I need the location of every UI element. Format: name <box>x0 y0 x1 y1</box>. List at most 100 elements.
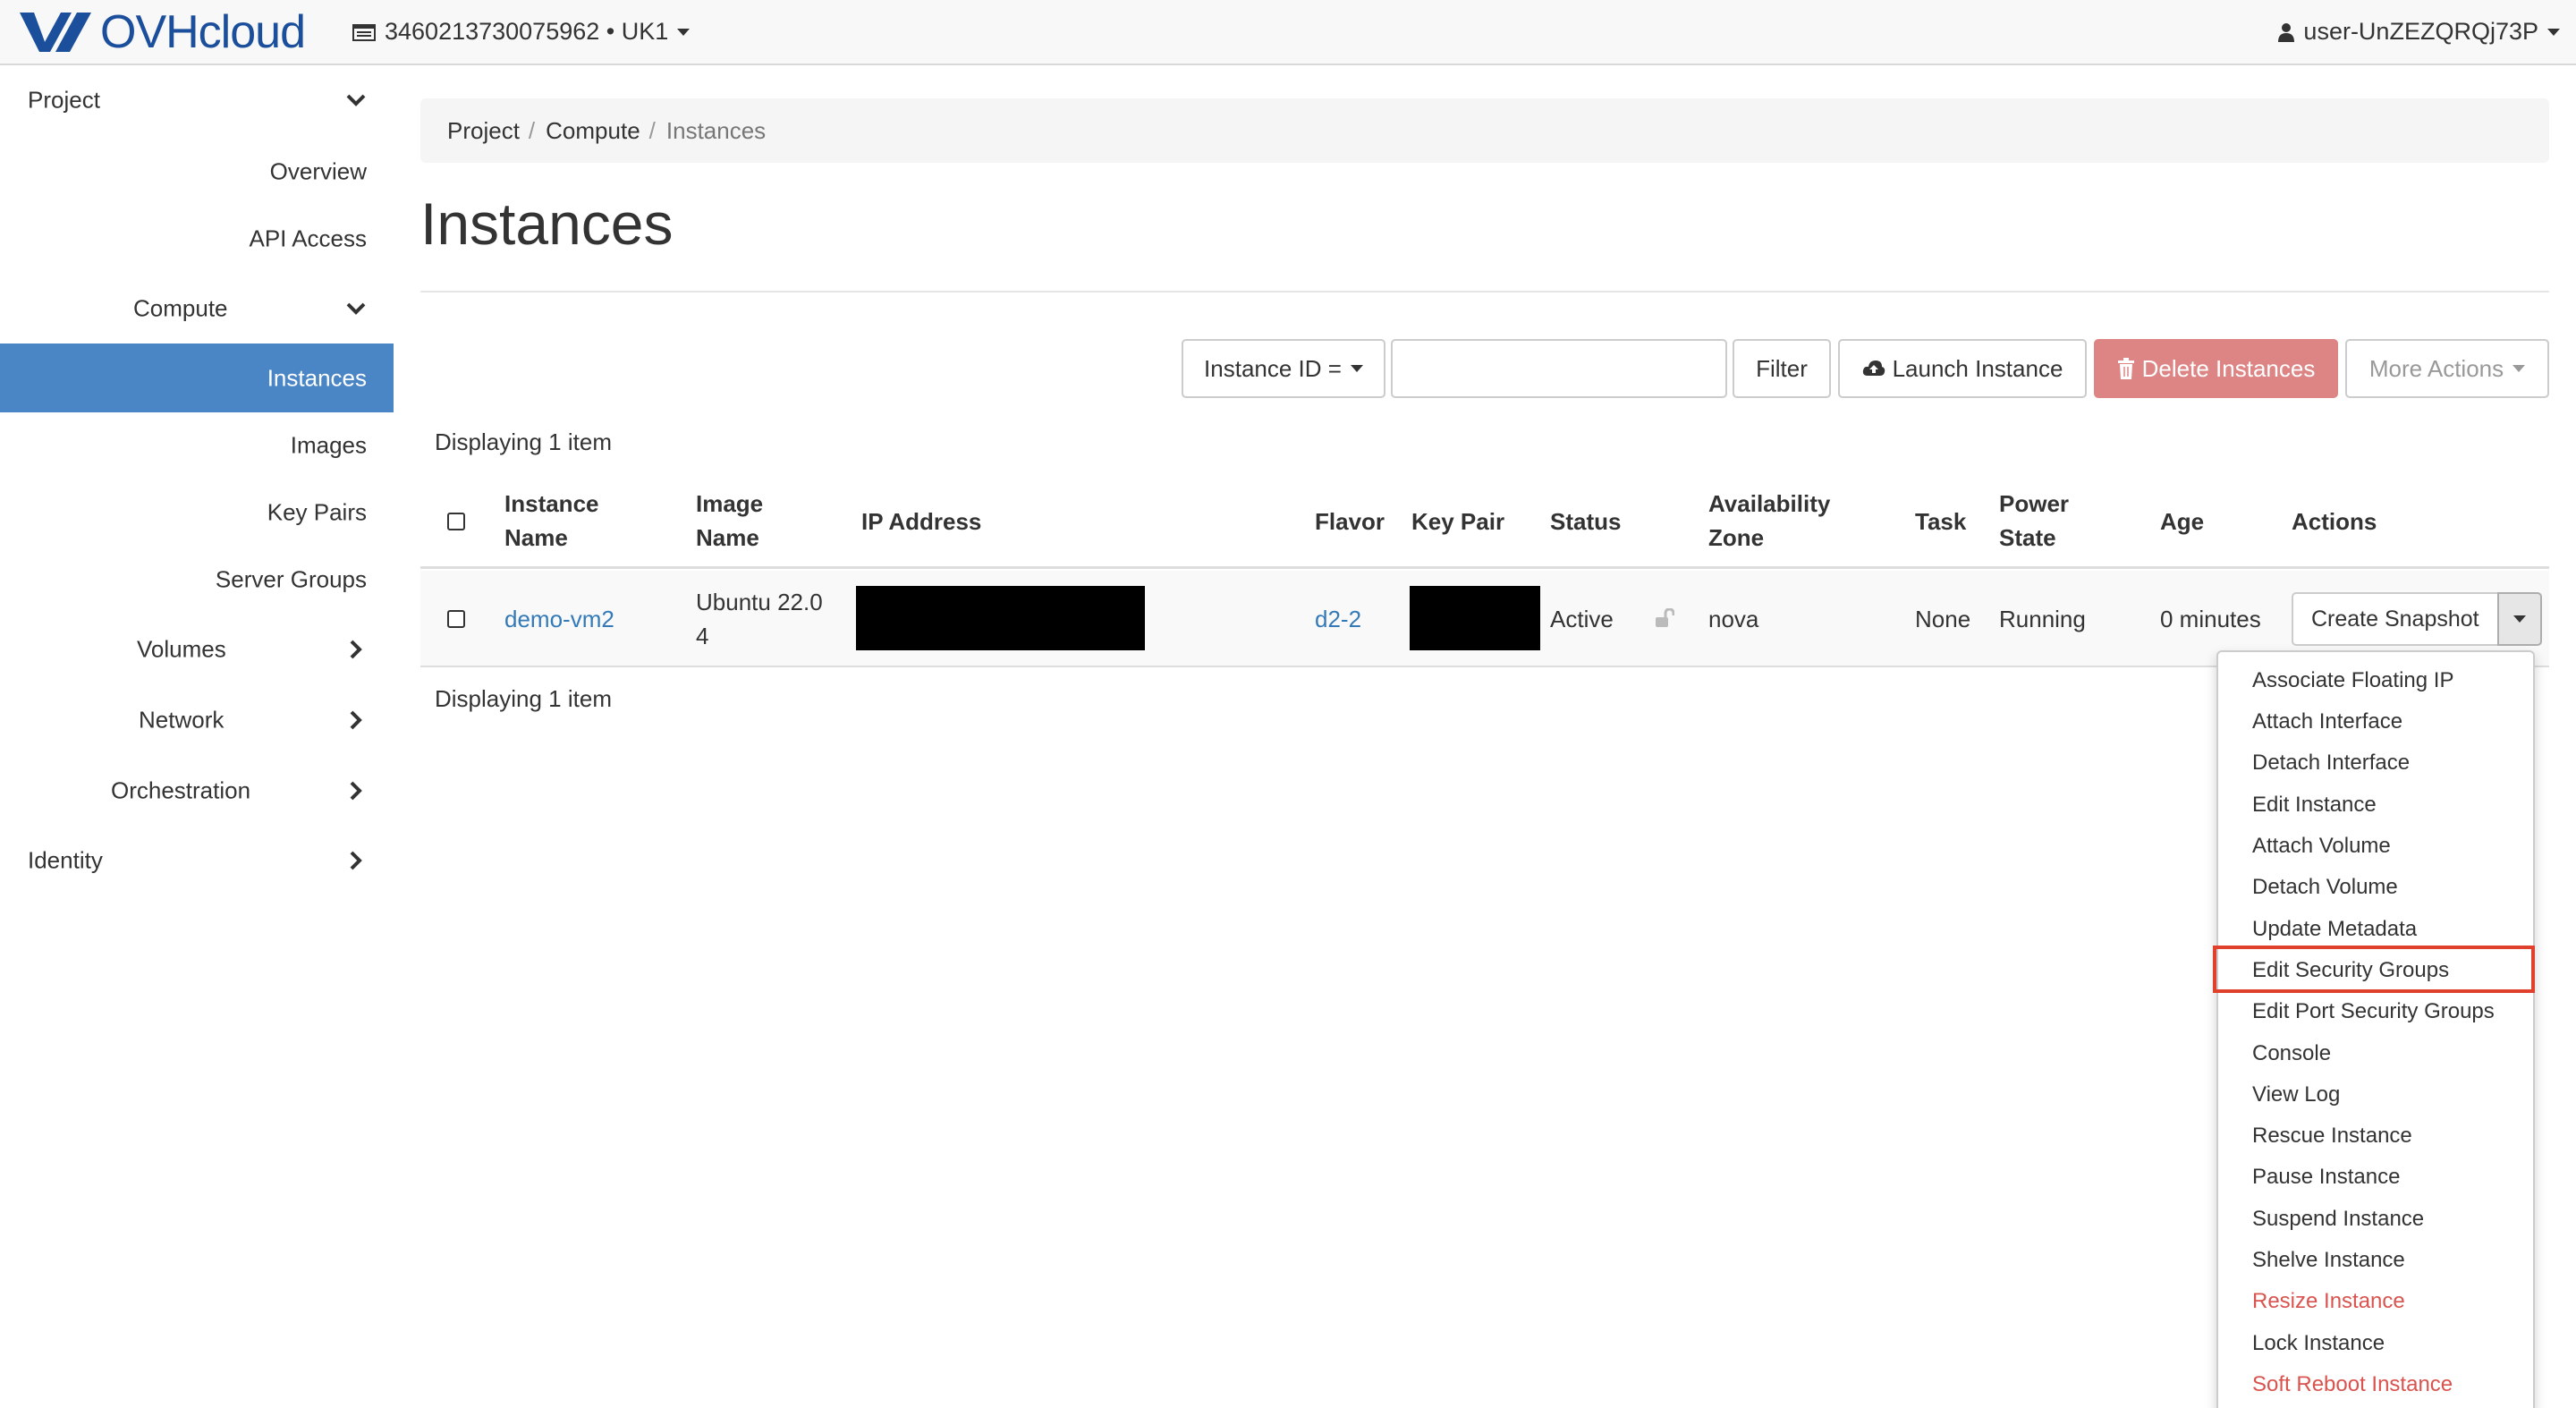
chevron-right-icon <box>350 640 362 659</box>
menu-item-update-metadata[interactable]: Update Metadata <box>2252 917 2417 942</box>
menu-item-view-log[interactable]: View Log <box>2252 1082 2340 1107</box>
sidebar-item-label: Identity <box>28 846 103 874</box>
sidebar-item-volumes[interactable]: Volumes <box>0 616 394 683</box>
sidebar-item-label: Images <box>290 431 367 459</box>
menu-item-rescue-instance[interactable]: Rescue Instance <box>2252 1124 2412 1149</box>
chevron-right-icon <box>350 851 362 870</box>
filter-button[interactable]: Filter <box>1733 339 1831 398</box>
caret-down-icon <box>1350 365 1363 372</box>
chevron-right-icon <box>350 710 362 730</box>
table-header: Instance Name Image Name IP Address Flav… <box>420 474 2549 569</box>
menu-item-detach-interface[interactable]: Detach Interface <box>2252 751 2410 776</box>
flavor-link[interactable]: d2-2 <box>1315 602 1361 636</box>
header-instance-name[interactable]: Instance Name <box>504 487 599 555</box>
cell-text: 4 <box>696 623 709 649</box>
ovhcloud-logo-icon <box>20 13 91 52</box>
menu-item-edit-instance[interactable]: Edit Instance <box>2252 793 2377 818</box>
ovhcloud-logo[interactable]: OVHcloud <box>16 6 306 58</box>
caret-down-icon <box>2512 365 2526 372</box>
filter-input[interactable] <box>1391 339 1727 398</box>
header-task[interactable]: Task <box>1915 505 1966 539</box>
breadcrumb-project[interactable]: Project <box>447 117 520 145</box>
header-key-pair[interactable]: Key Pair <box>1411 505 1504 539</box>
launch-instance-button[interactable]: Launch Instance <box>1838 339 2087 398</box>
header-ip-address[interactable]: IP Address <box>861 505 981 539</box>
header-text: Availability <box>1708 490 1831 517</box>
sidebar-item-project[interactable]: Project <box>0 67 394 133</box>
sidebar-item-instances[interactable]: Instances <box>0 344 394 412</box>
title-divider <box>420 291 2549 293</box>
task-cell: None <box>1915 606 1971 632</box>
more-actions-label: More Actions <box>2368 354 2504 382</box>
menu-item-shelve-instance[interactable]: Shelve Instance <box>2252 1248 2405 1273</box>
sidebar-item-label: Project <box>28 86 100 114</box>
menu-item-attach-volume[interactable]: Attach Volume <box>2252 834 2391 859</box>
more-actions-button[interactable]: More Actions <box>2345 339 2549 398</box>
trash-icon <box>2117 358 2134 379</box>
filter-field-select[interactable]: Instance ID = <box>1182 339 1385 398</box>
caret-down-icon <box>2512 615 2526 623</box>
header-text: Instance <box>504 490 599 517</box>
filter-button-label: Filter <box>1756 354 1808 382</box>
header-flavor[interactable]: Flavor <box>1315 505 1385 539</box>
header-availability-zone[interactable]: Availability Zone <box>1708 487 1830 555</box>
menu-item-pause-instance[interactable]: Pause Instance <box>2252 1165 2400 1190</box>
header-age[interactable]: Age <box>2160 505 2204 539</box>
menu-item-resize-instance[interactable]: Resize Instance <box>2252 1289 2405 1314</box>
cell-text: Ubuntu 22.0 <box>696 589 823 615</box>
sidebar-item-overview[interactable]: Overview <box>0 139 394 205</box>
header-power-state[interactable]: Power State <box>1999 487 2069 555</box>
menu-item-edit-port-security-groups[interactable]: Edit Port Security Groups <box>2252 999 2495 1024</box>
brand-name: OVHcloud <box>100 6 306 58</box>
header-status[interactable]: Status <box>1550 505 1621 539</box>
menu-item-lock-instance[interactable]: Lock Instance <box>2252 1331 2385 1356</box>
breadcrumb: Project / Compute / Instances <box>420 98 2549 163</box>
caret-down-icon <box>2547 28 2560 36</box>
breadcrumb-separator: / <box>648 116 656 144</box>
redacted-key-pair <box>1410 586 1540 650</box>
sidebar-item-identity[interactable]: Identity <box>0 827 394 894</box>
create-snapshot-label: Create Snapshot <box>2311 606 2479 632</box>
select-all-checkbox[interactable] <box>447 513 465 530</box>
sidebar-item-server-groups[interactable]: Server Groups <box>0 547 394 613</box>
filter-field-label: Instance ID = <box>1204 354 1342 382</box>
sidebar-item-label: Instances <box>267 364 367 391</box>
row-actions-split-button: Create Snapshot <box>2292 592 2542 646</box>
breadcrumb-instances: Instances <box>665 116 767 144</box>
sidebar-item-api-access[interactable]: API Access <box>0 206 394 272</box>
header-image-name[interactable]: Image Name <box>696 487 763 555</box>
menu-item-suspend-instance[interactable]: Suspend Instance <box>2252 1207 2424 1232</box>
menu-item-attach-interface[interactable]: Attach Interface <box>2252 709 2402 734</box>
chevron-down-icon <box>346 302 366 315</box>
delete-instances-label: Delete Instances <box>2141 354 2316 382</box>
sidebar: Project Overview API Access Compute Inst… <box>0 67 394 1408</box>
breadcrumb-separator: / <box>528 116 536 144</box>
row-actions-toggle[interactable] <box>2496 592 2542 646</box>
sidebar-item-images[interactable]: Images <box>0 412 394 479</box>
menu-item-console[interactable]: Console <box>2252 1041 2331 1066</box>
sidebar-item-orchestration[interactable]: Orchestration <box>0 758 394 824</box>
project-selector[interactable]: 3460213730075962 • UK1 <box>352 18 691 46</box>
menu-item-soft-reboot-instance[interactable]: Soft Reboot Instance <box>2252 1372 2453 1397</box>
top-bar: OVHcloud 3460213730075962 • UK1 user-UnZ… <box>0 0 2576 65</box>
create-snapshot-button[interactable]: Create Snapshot <box>2292 592 2497 646</box>
instance-name-link[interactable]: demo-vm2 <box>504 602 614 636</box>
sidebar-item-compute[interactable]: Compute <box>0 276 394 342</box>
delete-instances-button[interactable]: Delete Instances <box>2094 339 2338 398</box>
chevron-down-icon <box>346 94 366 106</box>
user-menu[interactable]: user-UnZEZQRQj73P <box>2278 18 2560 46</box>
sidebar-item-key-pairs[interactable]: Key Pairs <box>0 479 394 546</box>
header-text: Name <box>696 524 759 551</box>
menu-item-detach-volume[interactable]: Detach Volume <box>2252 875 2398 900</box>
row-select-checkbox[interactable] <box>447 610 465 628</box>
header-text: Image <box>696 490 764 517</box>
sidebar-item-label: API Access <box>249 225 368 252</box>
menu-item-associate-floating-ip[interactable]: Associate Floating IP <box>2252 668 2453 693</box>
breadcrumb-compute[interactable]: Compute <box>546 117 640 145</box>
sidebar-item-label: Compute <box>133 294 228 322</box>
user-name: user-UnZEZQRQj73P <box>2303 18 2538 45</box>
header-text: Name <box>504 524 568 551</box>
sidebar-item-label: Network <box>139 706 225 734</box>
sidebar-item-network[interactable]: Network <box>0 687 394 753</box>
launch-instance-label: Launch Instance <box>1892 354 2063 382</box>
